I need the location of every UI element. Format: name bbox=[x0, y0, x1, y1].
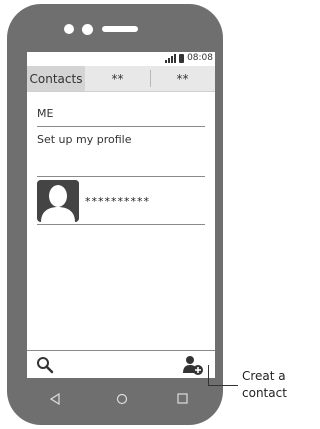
status-bar: 08:08 bbox=[27, 52, 215, 64]
divider bbox=[37, 176, 205, 177]
sensor-dot bbox=[82, 24, 93, 35]
battery-icon bbox=[179, 53, 185, 63]
divider bbox=[37, 126, 205, 127]
recent-apps-icon[interactable] bbox=[177, 393, 188, 404]
contact-name: ********** bbox=[85, 194, 150, 208]
callout-line1: Creat a bbox=[242, 369, 286, 383]
phone-frame: 08:08 Contacts ** ** ME Set up my profil… bbox=[7, 4, 223, 425]
setup-profile-item[interactable]: Set up my profile bbox=[37, 133, 131, 146]
contact-list-item[interactable]: ********** bbox=[37, 180, 205, 222]
add-contact-icon[interactable] bbox=[182, 354, 204, 376]
tab-contacts[interactable]: Contacts bbox=[27, 66, 85, 91]
navigation-bar bbox=[27, 386, 215, 412]
callout-line bbox=[208, 365, 209, 386]
home-icon[interactable] bbox=[116, 393, 128, 405]
callout-label: Creat a contact bbox=[242, 368, 287, 402]
search-icon[interactable] bbox=[36, 356, 54, 374]
person-silhouette-icon bbox=[37, 180, 79, 222]
tab-bar: Contacts ** ** bbox=[27, 66, 215, 92]
camera-dot bbox=[64, 24, 74, 34]
me-section-label: ME bbox=[37, 107, 54, 120]
status-time: 08:08 bbox=[187, 53, 213, 63]
tab-third[interactable]: ** bbox=[150, 66, 215, 91]
screen: 08:08 Contacts ** ** ME Set up my profil… bbox=[27, 52, 215, 378]
callout-line bbox=[208, 385, 238, 386]
avatar bbox=[37, 180, 79, 222]
divider bbox=[37, 224, 205, 225]
signal-icon bbox=[165, 53, 177, 63]
bottom-action-bar bbox=[27, 350, 215, 378]
earpiece bbox=[102, 26, 138, 32]
back-icon[interactable] bbox=[50, 393, 60, 405]
callout-line2: contact bbox=[242, 386, 287, 400]
tab-second[interactable]: ** bbox=[85, 66, 150, 91]
